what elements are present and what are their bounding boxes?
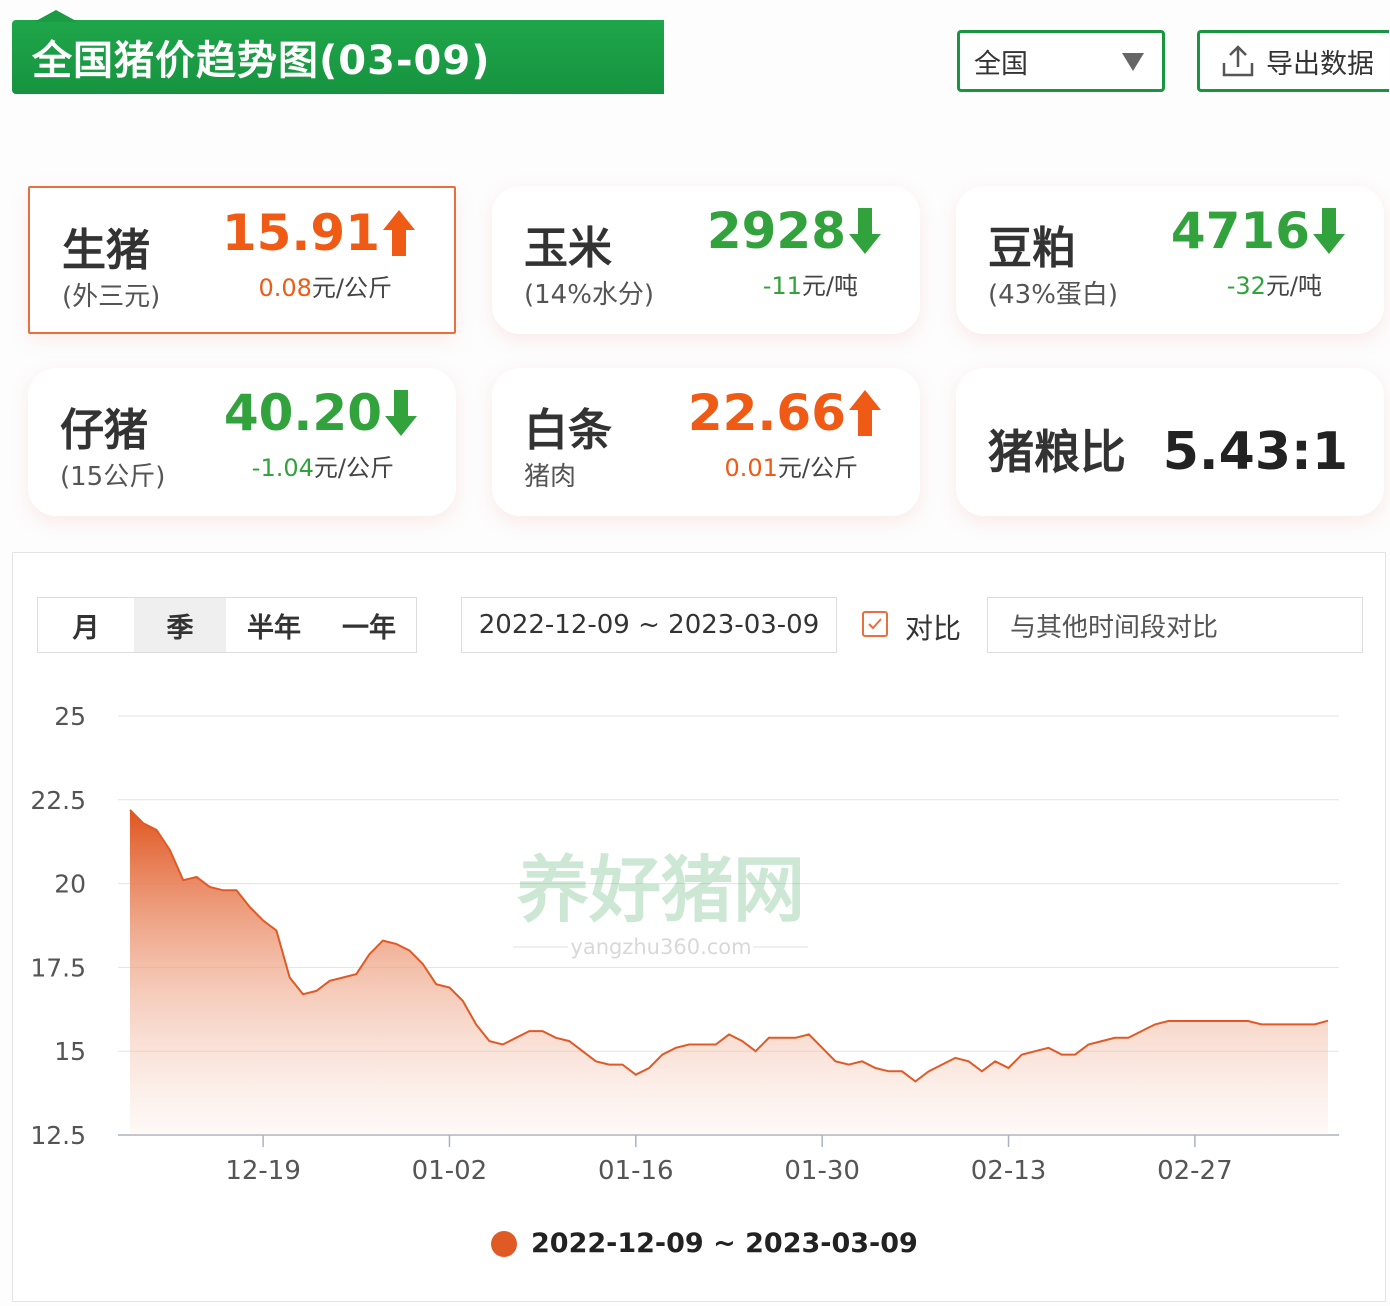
card-value-text: 15.91 xyxy=(221,204,380,262)
card-value: 40.20 xyxy=(224,384,418,442)
arrow-up-icon xyxy=(849,390,881,436)
region-select-value: 全国 xyxy=(974,48,1028,80)
y-tick-label: 12.5 xyxy=(30,1121,86,1150)
card-value-text: 4716 xyxy=(1170,202,1310,260)
card-soymeal[interactable]: 豆粕 (43%蛋白) 4716 -32元/吨 xyxy=(956,186,1384,334)
x-tick-label: 02-13 xyxy=(971,1156,1047,1186)
card-name: 生猪 xyxy=(62,225,150,276)
export-data-label: 导出数据 xyxy=(1266,48,1374,80)
arrow-down-icon xyxy=(1313,208,1345,254)
arrow-up-icon xyxy=(383,210,415,256)
y-tick-label: 20 xyxy=(54,870,86,899)
arrow-down-icon xyxy=(385,390,417,436)
export-data-button[interactable]: 导出数据 xyxy=(1197,30,1389,92)
x-tick-label: 02-27 xyxy=(1157,1156,1233,1186)
card-change: 0.08元/公斤 xyxy=(258,274,392,302)
y-tick-label: 17.5 xyxy=(30,953,86,982)
card-value: 22.66 xyxy=(688,384,882,442)
card-name: 白条 xyxy=(524,405,612,456)
legend-label: 2022-12-09 ~ 2023-03-09 xyxy=(531,1228,918,1259)
chart-panel: 月 季 半年 一年 2022-12-09 ~ 2023-03-09 对比 与其他… xyxy=(12,552,1386,1302)
x-tick-label: 12-19 xyxy=(225,1156,301,1186)
card-change: -1.04元/公斤 xyxy=(251,454,394,482)
page-title: 全国猪价趋势图(03-09) xyxy=(32,38,491,84)
x-tick-label: 01-30 xyxy=(784,1156,860,1186)
watermark-url: yangzhu360.com xyxy=(570,935,751,959)
card-name: 豆粕 xyxy=(988,223,1076,274)
card-sub: (15公斤) xyxy=(60,462,166,492)
card-change: -11元/吨 xyxy=(762,272,858,300)
x-tick-label: 01-02 xyxy=(412,1156,488,1186)
arrow-down-icon xyxy=(849,208,881,254)
dropdown-arrow-icon xyxy=(1122,53,1144,71)
region-select[interactable]: 全国 xyxy=(957,30,1165,92)
card-value-text: 40.20 xyxy=(223,384,382,442)
card-value-text: 22.66 xyxy=(687,384,846,442)
title-banner: 全国猪价趋势图(03-09) xyxy=(12,10,664,94)
card-value-text: 2928 xyxy=(706,202,846,260)
card-sub: (43%蛋白) xyxy=(988,280,1119,310)
watermark: 养好猪网 yangzhu360.com xyxy=(513,851,808,959)
ratio-name: 猪粮比 xyxy=(988,425,1126,479)
y-tick-label: 25 xyxy=(54,702,86,731)
legend-dot xyxy=(491,1230,517,1257)
x-tick-label: 01-16 xyxy=(598,1156,674,1186)
y-tick-label: 22.5 xyxy=(30,786,86,815)
upload-icon xyxy=(1222,45,1254,77)
card-name: 玉米 xyxy=(524,223,612,274)
card-corn[interactable]: 玉米 (14%水分) 2928 -11元/吨 xyxy=(492,186,920,334)
card-name: 仔猪 xyxy=(60,405,148,456)
y-tick-label: 15 xyxy=(54,1037,86,1066)
ratio-value: 5.43:1 xyxy=(1162,422,1348,482)
card-pork[interactable]: 白条 猪肉 22.66 0.01元/公斤 xyxy=(492,368,920,516)
card-value: 15.91 xyxy=(222,204,416,262)
card-value: 4716 xyxy=(1171,202,1346,260)
card-live-pig[interactable]: 生猪 (外三元) 15.91 0.08元/公斤 xyxy=(28,186,456,334)
chart-legend[interactable]: 2022-12-09 ~ 2023-03-09 xyxy=(491,1228,918,1259)
card-change: 0.01元/公斤 xyxy=(724,454,858,482)
card-sub: (外三元) xyxy=(62,282,161,312)
card-sub: (14%水分) xyxy=(524,280,655,310)
card-piglet[interactable]: 仔猪 (15公斤) 40.20 -1.04元/公斤 xyxy=(28,368,456,516)
card-change: -32元/吨 xyxy=(1226,272,1322,300)
watermark-brand: 养好猪网 xyxy=(517,851,805,931)
card-sub: 猪肉 xyxy=(524,462,577,492)
card-pig-grain-ratio[interactable]: 猪粮比 5.43:1 xyxy=(956,368,1384,516)
price-chart: 12.5 15 17.5 20 22.5 25 养好猪网 yangzhu360.com 1… xyxy=(30,702,1339,1186)
card-value: 2928 xyxy=(707,202,882,260)
